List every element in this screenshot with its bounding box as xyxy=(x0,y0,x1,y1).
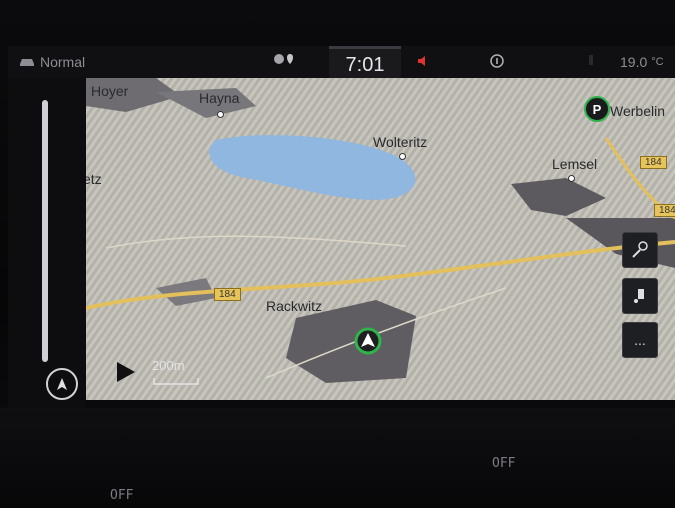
place-dot xyxy=(399,153,406,160)
speaker-muted-icon xyxy=(418,56,425,66)
zoom-slider[interactable] xyxy=(42,100,48,362)
phone-indicator xyxy=(586,54,596,66)
more-options-label: ... xyxy=(634,332,646,348)
climate-control-panel: OFF OFF xyxy=(0,408,675,508)
drive-mode-label: Normal xyxy=(40,54,86,70)
left-control-strip xyxy=(8,78,86,408)
location-pin-icon xyxy=(274,54,293,64)
play-icon xyxy=(117,362,135,382)
search-location-icon xyxy=(632,241,648,258)
temperature-display: 19.0 °C xyxy=(620,54,664,70)
place-dot xyxy=(217,111,224,118)
status-bar: Normal 7:01 19.0 °C xyxy=(8,46,675,83)
map-location-indicator xyxy=(273,52,301,70)
info-indicator xyxy=(490,54,504,68)
play-arrow-control[interactable] xyxy=(115,360,137,389)
road-number-badge: 184 xyxy=(654,204,675,217)
temperature-unit: °C xyxy=(651,56,664,68)
destination-search-button[interactable] xyxy=(622,232,658,268)
more-options-button[interactable]: ... xyxy=(622,322,658,358)
place-label: Lemsel xyxy=(552,156,598,172)
parking-poi[interactable]: P xyxy=(584,96,610,122)
road-number-badge: 184 xyxy=(214,288,241,301)
place-label: Wolteritz xyxy=(373,134,428,150)
route-assist-button[interactable] xyxy=(622,278,658,314)
place-label: Hoyer xyxy=(91,83,129,99)
place-dot xyxy=(568,175,575,182)
scale-label: 200m xyxy=(152,358,185,373)
map-scale: 200m xyxy=(152,358,200,388)
mute-indicator xyxy=(416,54,430,68)
left-climate-off: OFF xyxy=(110,488,134,503)
drive-mode-indicator[interactable]: Normal xyxy=(18,54,85,70)
place-label: etz xyxy=(86,171,102,187)
place-label: Werbelin xyxy=(610,103,665,119)
road-number-badge: 184 xyxy=(640,156,667,169)
phone-signal-icon xyxy=(589,55,593,65)
orientation-button[interactable] xyxy=(46,368,78,400)
temperature-value: 19.0 xyxy=(620,54,648,70)
scale-bar xyxy=(153,378,199,385)
place-label: Rackwitz xyxy=(266,298,323,314)
right-climate-off: OFF xyxy=(492,456,516,471)
compass-arrow-icon xyxy=(57,378,67,390)
map-canvas xyxy=(86,78,675,400)
info-circle-icon xyxy=(490,54,504,68)
route-assist-icon xyxy=(634,289,644,303)
place-label: Hayna xyxy=(199,90,240,106)
car-icon xyxy=(20,59,34,66)
navigation-map[interactable]: Hoyer Hayna Wolteritz Lemsel etz Rackwit… xyxy=(86,78,675,400)
